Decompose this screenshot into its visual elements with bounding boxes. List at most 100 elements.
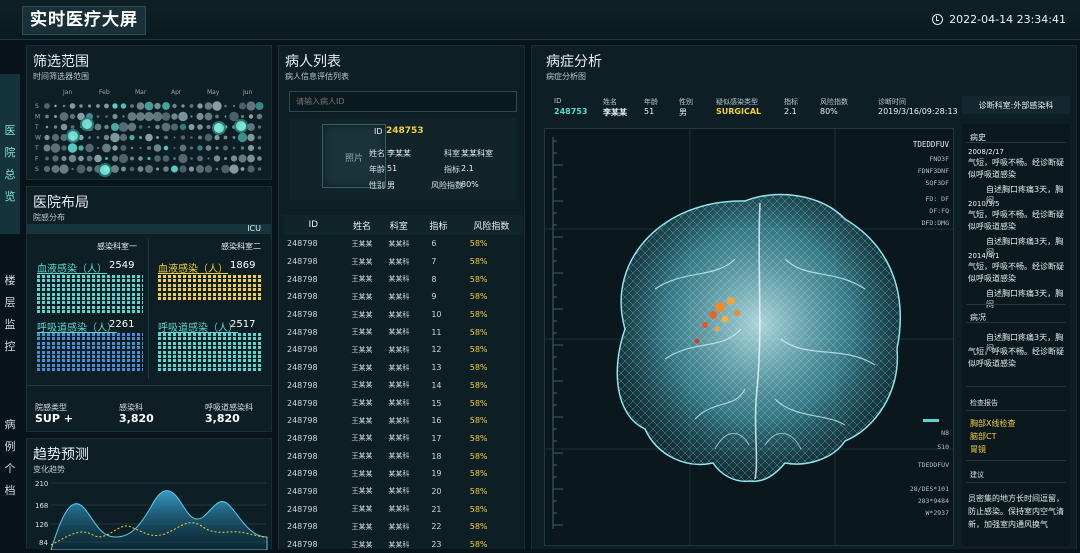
patient-id-search-input[interactable] <box>289 91 517 112</box>
table-row[interactable]: 248798 王某某 某某科 20 58% <box>283 483 523 501</box>
dept1-label: 感染科室一 <box>97 242 137 251</box>
trend-panel: 趋势预测 变化趋势 210 168 126 84 <box>26 438 272 550</box>
cell-index: 14 <box>431 380 442 390</box>
clock-icon <box>932 14 944 25</box>
hospital-layout-panel: 医院布局 院感分布 ICU 感染科室一 感染科室二 血液感染（人） 2549 血… <box>26 186 272 432</box>
table-row[interactable]: 248798 王某某 某某科 18 58% <box>283 447 523 465</box>
cell-name: 王某某 <box>351 505 373 514</box>
report-gastroscope[interactable]: 胃镜 <box>970 444 986 455</box>
report-chest-xray[interactable]: 胸部X线检查 <box>970 418 1015 429</box>
table-row[interactable]: 248798 王某某 某某科 17 58% <box>283 430 523 448</box>
resp-infection-label-1: 呼吸道感染（人） <box>37 323 117 334</box>
history-date: 2008/2/17 <box>968 148 1004 156</box>
col-id[interactable]: ID <box>283 215 344 235</box>
cell-id: 248798 <box>287 292 318 302</box>
filter-title: 筛选范围 <box>33 54 89 70</box>
table-header: ID 姓名 科室 指标 风险指数 <box>283 215 523 235</box>
y-tick-126: 126 <box>35 521 49 529</box>
calendar-dot-grid[interactable]: Jan Feb Mar Apr May JunSMTWTFS <box>33 86 269 178</box>
brain-scan-view[interactable]: TDEDDFUV FNO3F FDNF3DNF SQF3DF FD: DF DF:FQ DF… <box>544 128 954 546</box>
cell-id: 248798 <box>287 239 318 249</box>
trend-title: 趋势预测 <box>33 447 89 463</box>
month-label: Mar <box>135 89 147 96</box>
table-row[interactable]: 248798 王某某 某某科 8 58% <box>283 270 523 288</box>
nav-overview[interactable]: 医院总览 <box>0 74 20 234</box>
table-row[interactable]: 248798 王某某 某某科 13 58% <box>283 359 523 377</box>
filter-panel: 筛选范围 时间筛选器范围 Jan Feb Mar Apr May Jun S M T W T F S <box>26 45 272 180</box>
history-text: 气短，呼吸不畅。经诊断疑似呼吸道感染 <box>968 210 1064 231</box>
table-row[interactable]: 248798 王某某 某某科 11 58% <box>283 323 523 341</box>
cell-index: 16 <box>431 416 442 426</box>
table-row[interactable]: 248798 王某某 某某科 7 58% <box>283 253 523 271</box>
table-row[interactable]: 248798 王某某 某某科 16 58% <box>283 412 523 430</box>
month-label: Feb <box>99 89 110 96</box>
overlay-text: FD: DF <box>926 195 950 203</box>
trend-area <box>50 490 268 550</box>
cell-id: 248798 <box>287 398 318 408</box>
weekday-label: T <box>34 145 39 152</box>
table-row[interactable]: 248798 王某某 某某科 14 58% <box>283 377 523 395</box>
nav-case-files[interactable]: 病例个档 <box>0 414 20 534</box>
trend-chart: 210 168 126 84 <box>35 480 268 550</box>
cell-name: 王某某 <box>351 487 373 496</box>
table-row[interactable]: 248798 王某某 某某科 23 58% <box>283 536 523 553</box>
table-row[interactable]: 248798 王某某 某某科 6 58% <box>283 235 523 253</box>
analysis-panel: 病症分析 病症分析图 ID 248753 姓名 李某某 年龄 51 性别男 疑似感染类型 SUR… <box>531 45 1077 549</box>
resp-infection-bars-2 <box>158 333 262 373</box>
history-note: 自述胸口疼痛3天，胸闷 <box>986 289 1064 309</box>
patient-card[interactable]: 照片 ID 248753 姓名 李某某 科室 某某科室 年龄 51 指标 2.1… <box>289 118 517 200</box>
table-row[interactable]: 248798 王某某 某某科 21 58% <box>283 500 523 518</box>
info-header-5: 指标 <box>784 98 798 106</box>
trend-subtitle: 变化趋势 <box>33 465 65 474</box>
cell-index: 17 <box>431 433 442 443</box>
blood-infection-label-2: 血液感染（人） <box>158 264 228 275</box>
cell-name: 王某某 <box>351 275 373 284</box>
y-tick-84: 84 <box>39 539 48 547</box>
analysis-title: 病症分析 <box>546 54 602 70</box>
history-date: 2014/4/1 <box>968 252 1000 260</box>
table-row[interactable]: 248798 王某某 某某科 9 58% <box>283 288 523 306</box>
icu-tag: ICU <box>247 224 261 233</box>
cell-id: 248798 <box>287 504 318 514</box>
cell-risk: 58% <box>469 416 488 426</box>
history-date: 2010/3/5 <box>968 200 1000 208</box>
info-value-3: 男 <box>679 108 687 117</box>
weekday-label: S <box>35 166 39 173</box>
info-header-4: 疑似感染类型 <box>716 98 758 106</box>
month-label: Jan <box>62 89 72 96</box>
info-header-7: 诊断时间 <box>878 98 906 106</box>
info-header-2: 年龄 <box>644 98 658 106</box>
history-text: 气短，呼吸不畅。经诊断疑似呼吸道感染 <box>968 262 1064 283</box>
scan-overlay-top: TDEDDFUV FNO3F FDNF3DNF SQF3DF FD: DF DF:FQ DF… <box>913 140 950 227</box>
info-header-6: 风险指数 <box>820 98 848 106</box>
card-id-label: ID <box>374 127 383 136</box>
nav-floor-monitor[interactable]: 楼层监控 <box>0 270 20 390</box>
analysis-subtitle: 病症分析图 <box>546 72 586 81</box>
table-row[interactable]: 248798 王某某 某某科 12 58% <box>283 341 523 359</box>
cell-dept: 某某科 <box>388 399 410 408</box>
weekday-label: F <box>35 156 39 163</box>
cell-name: 王某某 <box>351 469 373 478</box>
table-row[interactable]: 248798 王某某 某某科 15 58% <box>283 394 523 412</box>
stat-type-value: SUP + <box>35 412 73 425</box>
cell-name: 王某某 <box>351 381 373 390</box>
col-dept[interactable]: 科室 <box>380 215 418 235</box>
cell-dept: 某某科 <box>388 487 410 496</box>
cell-risk: 58% <box>469 540 488 550</box>
info-header-3: 性别 <box>679 98 693 106</box>
table-row[interactable]: 248798 王某某 某某科 10 58% <box>283 306 523 324</box>
cell-dept: 某某科 <box>388 345 410 354</box>
cell-name: 王某某 <box>351 452 373 461</box>
cell-id: 248798 <box>287 433 318 443</box>
cell-risk: 58% <box>469 257 488 267</box>
cell-id: 248798 <box>287 486 318 496</box>
col-name[interactable]: 姓名 <box>343 215 381 235</box>
col-risk[interactable]: 风险指数 <box>459 215 523 235</box>
cell-dept: 某某科 <box>388 434 410 443</box>
col-index[interactable]: 指标 <box>417 215 460 235</box>
table-row[interactable]: 248798 王某某 某某科 22 58% <box>283 518 523 536</box>
dept2-label: 感染科室二 <box>221 242 261 251</box>
report-brain-ct[interactable]: 脑部CT <box>970 431 996 442</box>
month-label: Apr <box>171 89 182 96</box>
table-row[interactable]: 248798 王某某 某某科 19 58% <box>283 465 523 483</box>
